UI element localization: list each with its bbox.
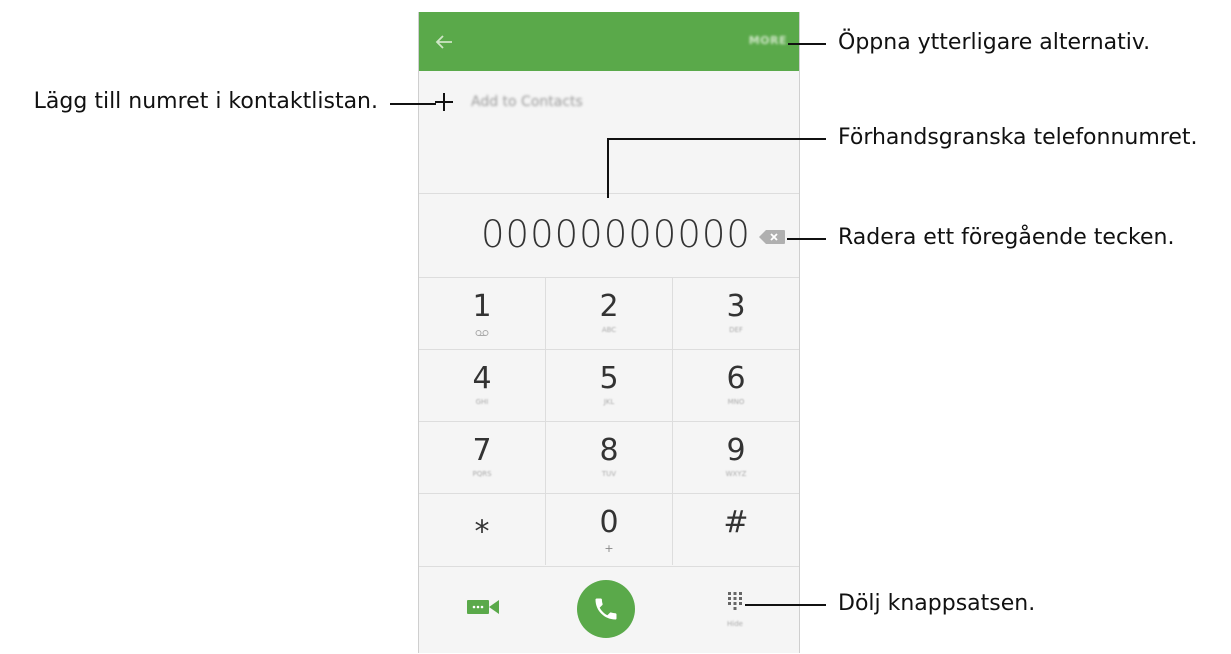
voicemail-icon bbox=[475, 330, 489, 336]
key-star[interactable]: ⁎ bbox=[419, 494, 546, 565]
more-button[interactable]: MORE bbox=[749, 34, 787, 47]
annotation-hide-keypad: Dölj knappsatsen. bbox=[838, 591, 1036, 616]
phone-screen: MORE Add to Contacts 00000000000 1 2 ABC bbox=[418, 12, 800, 653]
key-1[interactable]: 1 bbox=[419, 278, 546, 349]
keypad-row: ⁎ 0 + # bbox=[419, 493, 799, 565]
annotation-add-contact: Lägg till numret i kontaktlistan. bbox=[33, 89, 378, 114]
keypad-row: 7 PQRS 8 TUV 9 WXYZ bbox=[419, 421, 799, 493]
key-letters: JKL bbox=[603, 398, 615, 406]
key-digit: 4 bbox=[472, 361, 492, 396]
back-arrow-icon[interactable] bbox=[432, 30, 456, 54]
callout-line-hide bbox=[745, 604, 826, 606]
keypad-row: 1 2 ABC 3 DEF bbox=[419, 277, 799, 349]
divider bbox=[419, 193, 799, 194]
key-digit: ⁎ bbox=[474, 505, 490, 540]
callout-line-preview-v bbox=[607, 138, 609, 198]
backspace-icon[interactable] bbox=[758, 229, 786, 245]
key-4[interactable]: 4 GHI bbox=[419, 350, 546, 421]
add-to-contacts-button[interactable]: Add to Contacts bbox=[433, 90, 583, 114]
key-letters: ABC bbox=[601, 326, 617, 334]
key-digit: 0 bbox=[599, 505, 619, 540]
key-digit: 1 bbox=[472, 289, 492, 324]
key-digit: 8 bbox=[599, 433, 619, 468]
key-9[interactable]: 9 WXYZ bbox=[673, 422, 799, 493]
key-digit: 5 bbox=[599, 361, 619, 396]
key-digit: 6 bbox=[726, 361, 746, 396]
key-digit: 3 bbox=[726, 289, 746, 324]
key-letters: TUV bbox=[601, 470, 617, 478]
key-digit: # bbox=[723, 505, 749, 540]
add-to-contacts-label: Add to Contacts bbox=[471, 94, 583, 110]
key-digit: 9 bbox=[726, 433, 746, 468]
key-letters: WXYZ bbox=[725, 470, 747, 478]
annotation-delete: Radera ett föregående tecken. bbox=[838, 225, 1175, 250]
key-8[interactable]: 8 TUV bbox=[546, 422, 673, 493]
callout-line-delete bbox=[787, 238, 826, 240]
keypad-row: 4 GHI 5 JKL 6 MNO bbox=[419, 349, 799, 421]
annotation-preview: Förhandsgranska telefonnumret. bbox=[838, 125, 1198, 150]
phone-number-display[interactable]: 00000000000 bbox=[481, 213, 751, 256]
key-5[interactable]: 5 JKL bbox=[546, 350, 673, 421]
plus-icon bbox=[435, 93, 453, 111]
key-digit: 7 bbox=[472, 433, 492, 468]
callout-line-more bbox=[788, 43, 826, 45]
phone-icon bbox=[595, 598, 617, 620]
annotation-more: Öppna ytterligare alternativ. bbox=[838, 30, 1151, 55]
key-letters: DEF bbox=[729, 326, 743, 334]
key-letters: MNO bbox=[727, 398, 745, 406]
key-2[interactable]: 2 ABC bbox=[546, 278, 673, 349]
keypad-grid-icon bbox=[728, 592, 742, 610]
call-button[interactable] bbox=[577, 580, 635, 638]
key-letters: PQRS bbox=[472, 470, 492, 478]
key-0[interactable]: 0 + bbox=[546, 494, 673, 565]
key-6[interactable]: 6 MNO bbox=[673, 350, 799, 421]
callout-line-add bbox=[390, 103, 436, 105]
call-action-bar: Hide bbox=[419, 566, 799, 654]
key-hash[interactable]: # bbox=[673, 494, 799, 565]
keypad: 1 2 ABC 3 DEF 4 GHI 5 JKL 6 MNO 7 PQRS 8… bbox=[419, 277, 799, 565]
key-digit: 2 bbox=[599, 289, 619, 324]
app-bar: MORE bbox=[419, 12, 799, 71]
video-call-icon[interactable] bbox=[467, 597, 499, 617]
key-3[interactable]: 3 DEF bbox=[673, 278, 799, 349]
key-letters: + bbox=[604, 542, 614, 555]
key-letters: GHI bbox=[475, 398, 489, 406]
key-7[interactable]: 7 PQRS bbox=[419, 422, 546, 493]
callout-line-preview-h bbox=[607, 138, 826, 140]
hide-keypad-button[interactable]: Hide bbox=[724, 590, 746, 640]
hide-keypad-label: Hide bbox=[727, 620, 743, 628]
